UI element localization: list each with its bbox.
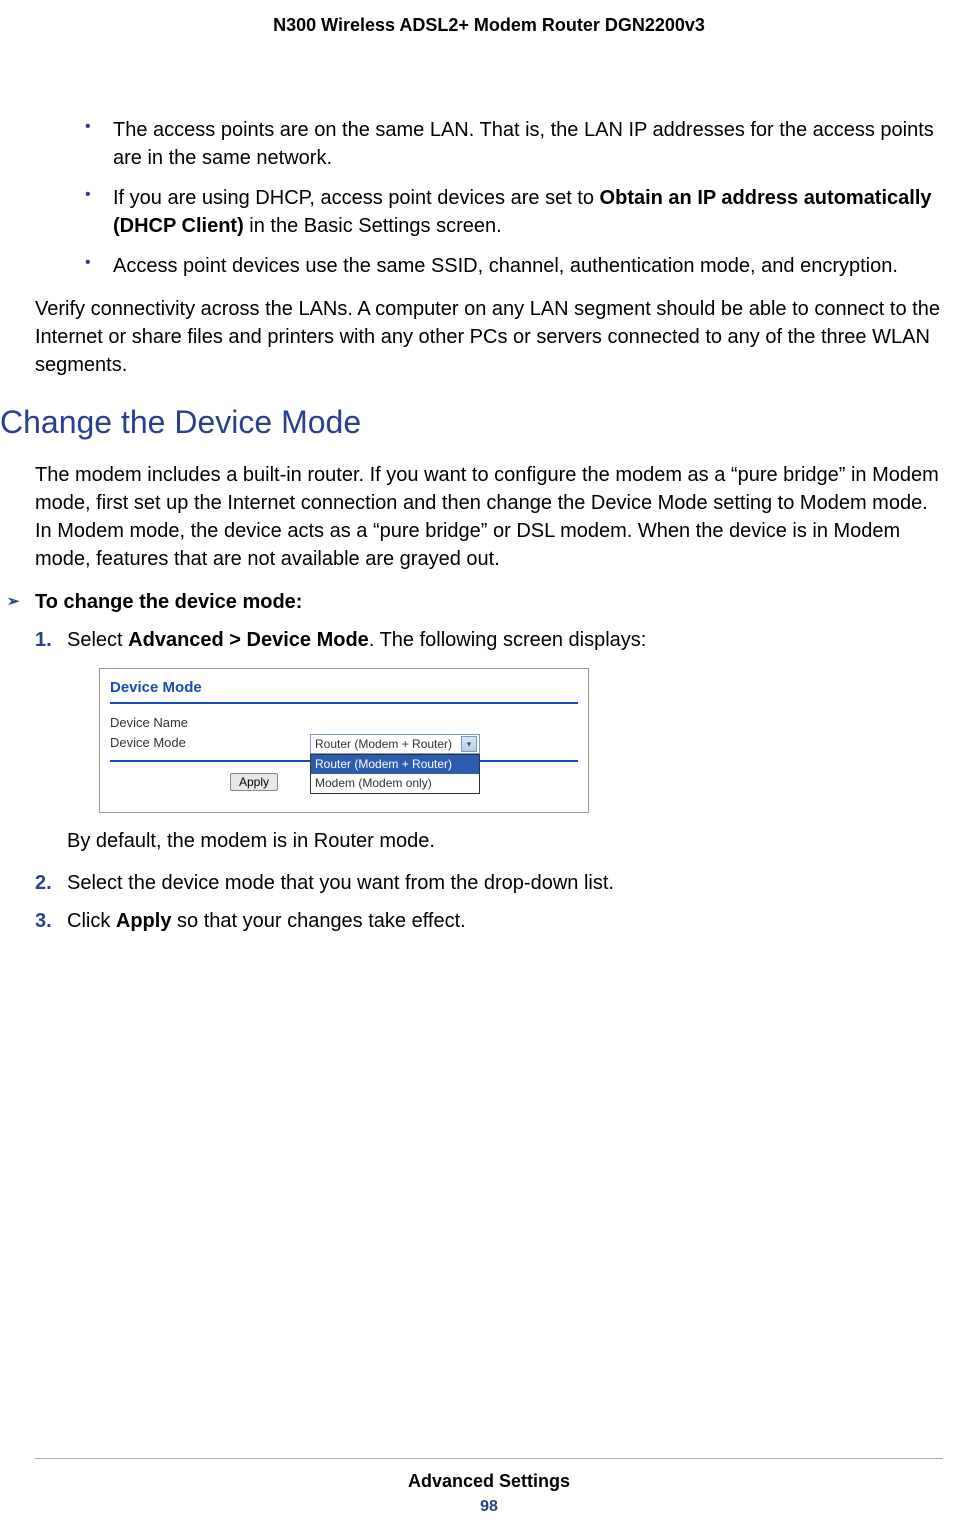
footer-section-title: Advanced Settings: [35, 1471, 943, 1492]
step-text-bold: Advanced > Device Mode: [128, 629, 369, 651]
step-list-cont: 2. Select the device mode that you want …: [35, 869, 943, 935]
document-header: N300 Wireless ADSL2+ Modem Router DGN220…: [35, 0, 943, 46]
bullet-text-pre: If you are using DHCP, access point devi…: [113, 187, 600, 209]
bullet-item: Access point devices use the same SSID, …: [85, 252, 943, 280]
device-mode-dropdown: Router (Modem + Router) Modem (Modem onl…: [310, 754, 480, 794]
step-item: 2. Select the device mode that you want …: [35, 869, 943, 897]
step-text-post: so that your changes take effect.: [171, 910, 465, 932]
step-text-pre: Click: [67, 910, 116, 932]
dropdown-option-router[interactable]: Router (Modem + Router): [311, 755, 479, 774]
bullet-text-post: in the Basic Settings screen.: [244, 215, 502, 237]
device-mode-select[interactable]: Router (Modem + Router) ▾: [310, 734, 480, 754]
bullet-list: The access points are on the same LAN. T…: [35, 116, 943, 280]
step-number: 2.: [35, 869, 52, 897]
body-paragraph: The modem includes a built-in router. If…: [35, 461, 943, 573]
dropdown-option-modem[interactable]: Modem (Modem only): [311, 774, 479, 793]
bullet-item: The access points are on the same LAN. T…: [85, 116, 943, 172]
select-value: Router (Modem + Router): [315, 736, 452, 753]
footer-page-number: 98: [35, 1498, 943, 1516]
apply-button[interactable]: Apply: [230, 773, 278, 791]
step-item: 3. Click Apply so that your changes take…: [35, 907, 943, 935]
device-mode-screenshot: Device Mode Device Name Device Mode Rout…: [99, 668, 589, 813]
step-number: 3.: [35, 907, 52, 935]
panel-divider: [110, 702, 578, 704]
step-text-post: . The following screen displays:: [369, 629, 647, 651]
chevron-down-icon[interactable]: ▾: [461, 736, 477, 752]
step-list: 1. Select Advanced > Device Mode. The fo…: [35, 626, 943, 813]
procedure-heading: To change the device mode:: [35, 591, 943, 614]
step-text-pre: Select: [67, 629, 128, 651]
step-text-bold: Apply: [116, 910, 172, 932]
bullet-item: If you are using DHCP, access point devi…: [85, 184, 943, 240]
step-number: 1.: [35, 626, 52, 654]
step-item: 1. Select Advanced > Device Mode. The fo…: [35, 626, 943, 813]
step-subtext: By default, the modem is in Router mode.: [35, 827, 943, 855]
footer-divider: [35, 1458, 943, 1459]
step-text: Select the device mode that you want fro…: [67, 872, 614, 894]
section-heading: Change the Device Mode: [0, 404, 943, 441]
page-footer: Advanced Settings 98: [35, 1458, 943, 1516]
panel-title: Device Mode: [110, 677, 578, 702]
body-paragraph: Verify connectivity across the LANs. A c…: [35, 295, 943, 379]
device-mode-label: Device Mode: [110, 734, 310, 754]
device-name-label: Device Name: [110, 714, 310, 732]
